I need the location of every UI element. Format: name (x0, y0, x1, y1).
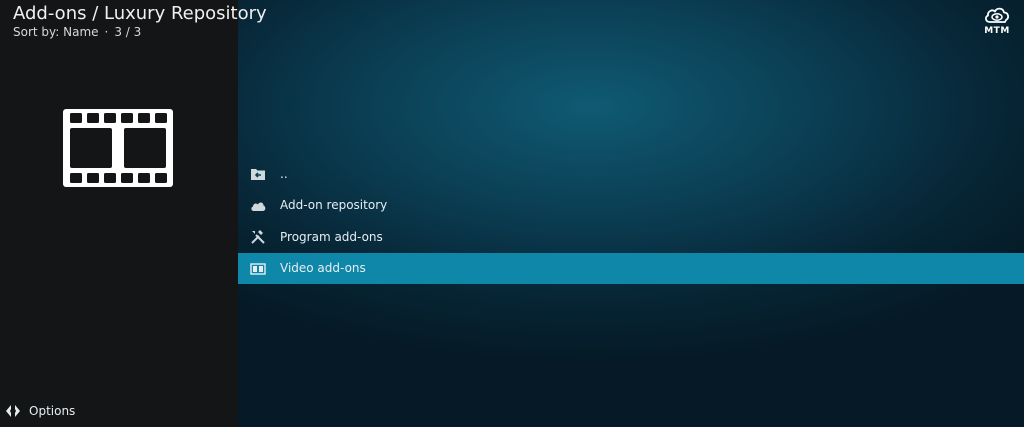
list-item-label: Video add-ons (280, 261, 366, 276)
item-count: 3 / 3 (114, 25, 142, 39)
list-item-addon-repository[interactable]: Add-on repository (238, 190, 1024, 222)
list-item-label: .. (280, 166, 288, 181)
page-title: Add-ons / Luxury Repository (13, 3, 267, 24)
list-item-program-addons[interactable]: Program add-ons (238, 221, 1024, 253)
header: Add-ons / Luxury Repository Sort by: Nam… (13, 3, 267, 39)
sort-label: Sort by: Name (13, 25, 99, 39)
brand-logo: MTM (982, 5, 1012, 36)
list-item-parent[interactable]: .. (238, 158, 1024, 190)
addon-list: .. Add-on repository Program add-ons Vid… (238, 158, 1024, 284)
film-strip-icon (63, 109, 173, 191)
options-label: Options (29, 404, 76, 418)
cloud-icon (251, 202, 266, 211)
cloud-eye-icon (985, 7, 1009, 23)
separator-dot: · (104, 25, 109, 39)
list-item-label: Add-on repository (280, 198, 388, 213)
parent-folder-icon (251, 169, 265, 180)
film-icon (250, 262, 266, 275)
logo-text: MTM (984, 26, 1010, 36)
tools-icon (251, 230, 265, 244)
info-panel (0, 0, 238, 427)
sort-info: Sort by: Name · 3 / 3 (13, 25, 267, 39)
options-arrows-icon (6, 405, 20, 417)
list-item-label: Program add-ons (280, 229, 383, 244)
list-item-video-addons[interactable]: Video add-ons (238, 252, 1024, 284)
options-button[interactable]: Options (5, 404, 75, 418)
